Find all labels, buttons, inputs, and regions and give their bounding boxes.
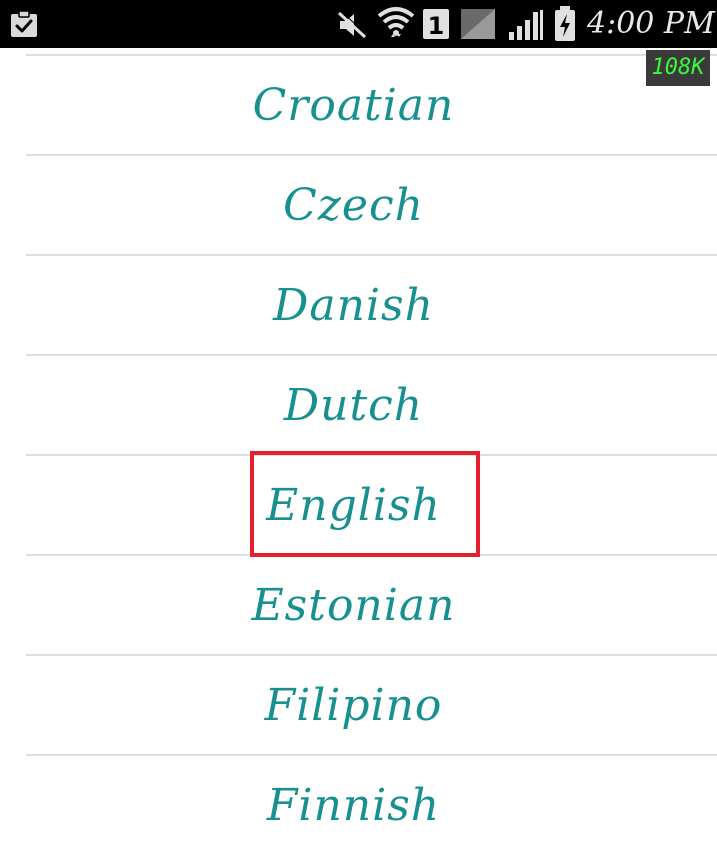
language-list: Croatian Czech Danish Dutch English Esto…: [0, 0, 717, 853]
language-item-finnish[interactable]: Finnish: [26, 756, 717, 853]
status-clock: 4:00 PM: [587, 6, 715, 41]
wifi-icon: [376, 4, 416, 46]
no-signal-icon: [460, 8, 496, 44]
language-item-czech[interactable]: Czech: [26, 156, 717, 254]
language-label: Dutch: [283, 380, 424, 431]
language-item-croatian[interactable]: Croatian: [26, 56, 717, 154]
sim-1-icon: 1: [422, 8, 450, 44]
status-bar: 1 4:00 PM: [0, 0, 717, 48]
language-label: Estonian: [251, 580, 456, 631]
language-label: Finnish: [266, 780, 441, 831]
network-speed-badge: 108K: [646, 50, 710, 86]
language-label: Filipino: [264, 680, 443, 731]
cell-signal-icon: [508, 8, 544, 46]
language-label: Danish: [273, 280, 434, 331]
battery-charging-icon: [553, 5, 577, 47]
sim-label: 1: [428, 12, 445, 40]
language-label: Croatian: [252, 80, 455, 131]
language-item-estonian[interactable]: Estonian: [26, 556, 717, 654]
clipboard-check-icon: [8, 8, 40, 44]
highlight-box: [250, 451, 480, 557]
language-item-filipino[interactable]: Filipino: [26, 656, 717, 754]
language-item-dutch[interactable]: Dutch: [26, 356, 717, 454]
mute-icon: [336, 10, 368, 44]
language-item-danish[interactable]: Danish: [26, 256, 717, 354]
language-label: Czech: [283, 180, 424, 231]
